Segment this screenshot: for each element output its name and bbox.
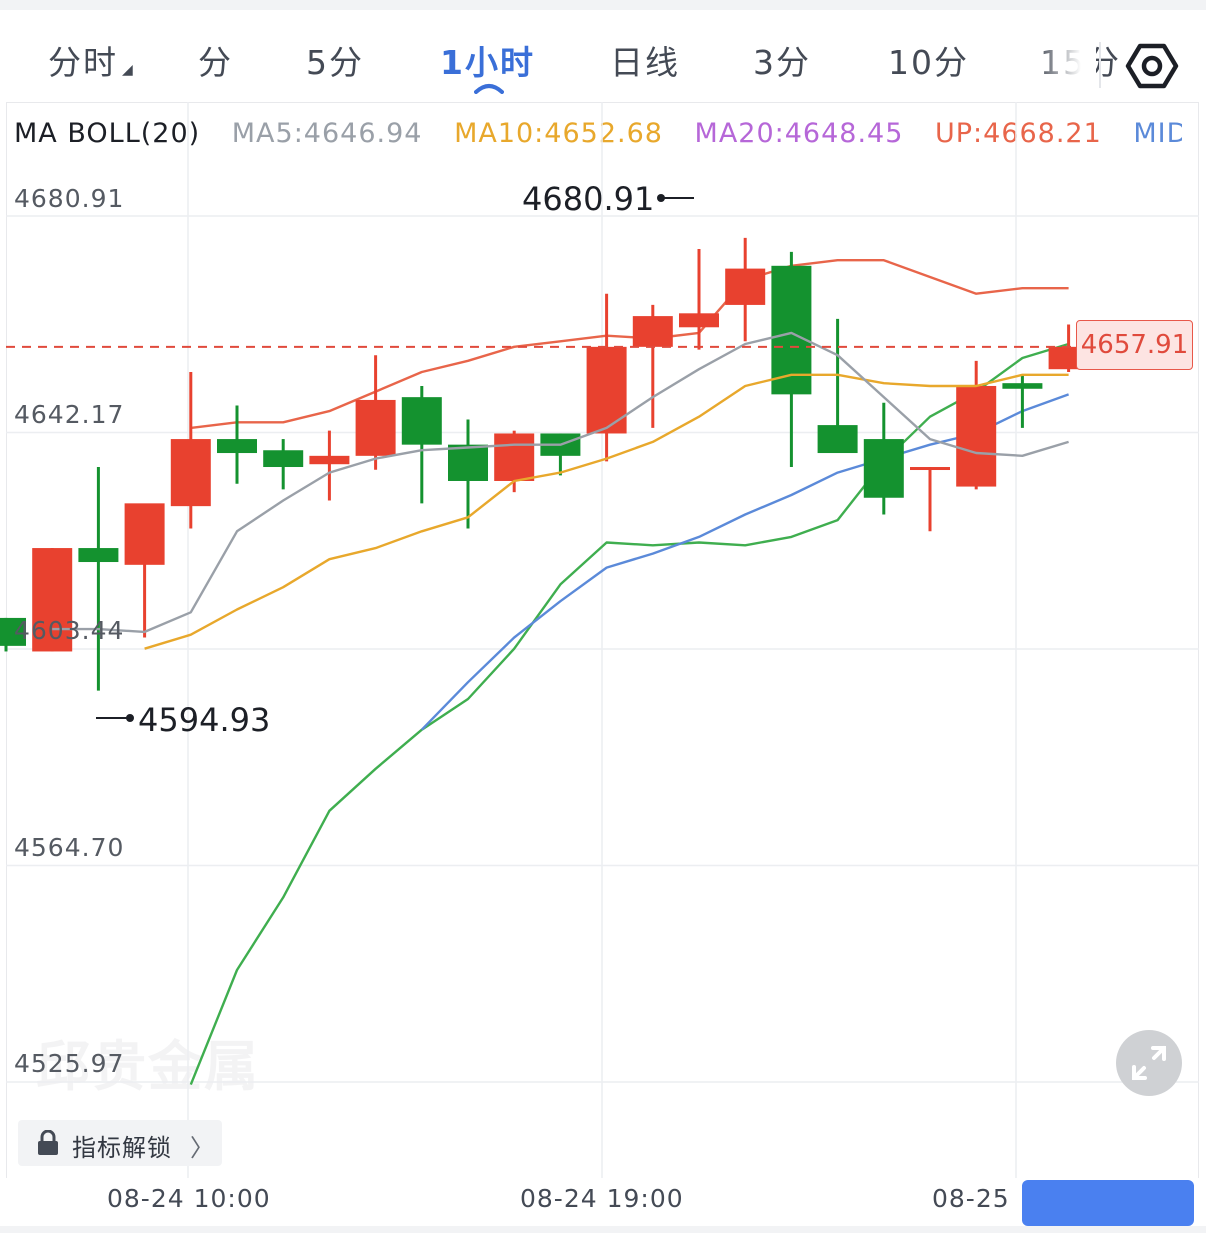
y-axis-label: 4564.70 <box>14 833 125 862</box>
x-axis-label: 08-24 19:00 <box>520 1184 684 1213</box>
x-axis-label: 08-24 10:00 <box>107 1184 271 1213</box>
trade-button[interactable] <box>1022 1180 1194 1226</box>
candle-body <box>401 397 442 445</box>
low-marker <box>126 714 134 722</box>
candle-body <box>679 313 719 328</box>
candle-body <box>355 399 396 456</box>
bottom-strip <box>0 1226 1206 1233</box>
candle-body <box>217 439 257 454</box>
chevron-right-icon: 〉 <box>190 1134 214 1162</box>
candle-body <box>78 548 119 563</box>
candle-body <box>910 467 950 471</box>
candle-body <box>448 444 488 481</box>
candle-body <box>817 425 858 454</box>
candle-body <box>309 455 350 465</box>
y-axis-label: 4680.91 <box>14 184 125 213</box>
boll-lower-line <box>189 342 1069 1086</box>
last-price-tag: 4657.91 <box>1076 320 1193 370</box>
candle-body <box>725 268 766 305</box>
candle-body <box>263 450 304 468</box>
x-axis-label: 08-25 <box>932 1184 1010 1213</box>
candle-body <box>494 433 535 481</box>
y-axis-label: 4525.97 <box>14 1049 125 1078</box>
candle-body <box>1002 383 1043 389</box>
y-axis-label: 4603.44 <box>14 616 125 645</box>
candle-body <box>863 439 904 498</box>
candle-body <box>586 346 627 434</box>
expand-icon[interactable] <box>1116 1030 1182 1096</box>
high-annotation: 4680.91 <box>522 180 654 218</box>
candle-body <box>632 316 673 347</box>
candle-body <box>170 439 211 507</box>
candlestick-chart[interactable]: 4680.91 4594.93 <box>0 0 1206 1233</box>
lock-icon <box>38 1130 58 1155</box>
candle-body <box>956 385 997 487</box>
indicator-unlock-button[interactable]: 指标解锁 〉 <box>18 1120 222 1166</box>
candle-body <box>124 503 165 565</box>
unlock-label: 指标解锁 <box>72 1134 172 1162</box>
boll-upper-line <box>190 259 1069 430</box>
y-axis-label: 4642.17 <box>14 400 125 429</box>
expand-arrows-icon <box>1132 1046 1166 1080</box>
low-annotation: 4594.93 <box>138 701 270 739</box>
